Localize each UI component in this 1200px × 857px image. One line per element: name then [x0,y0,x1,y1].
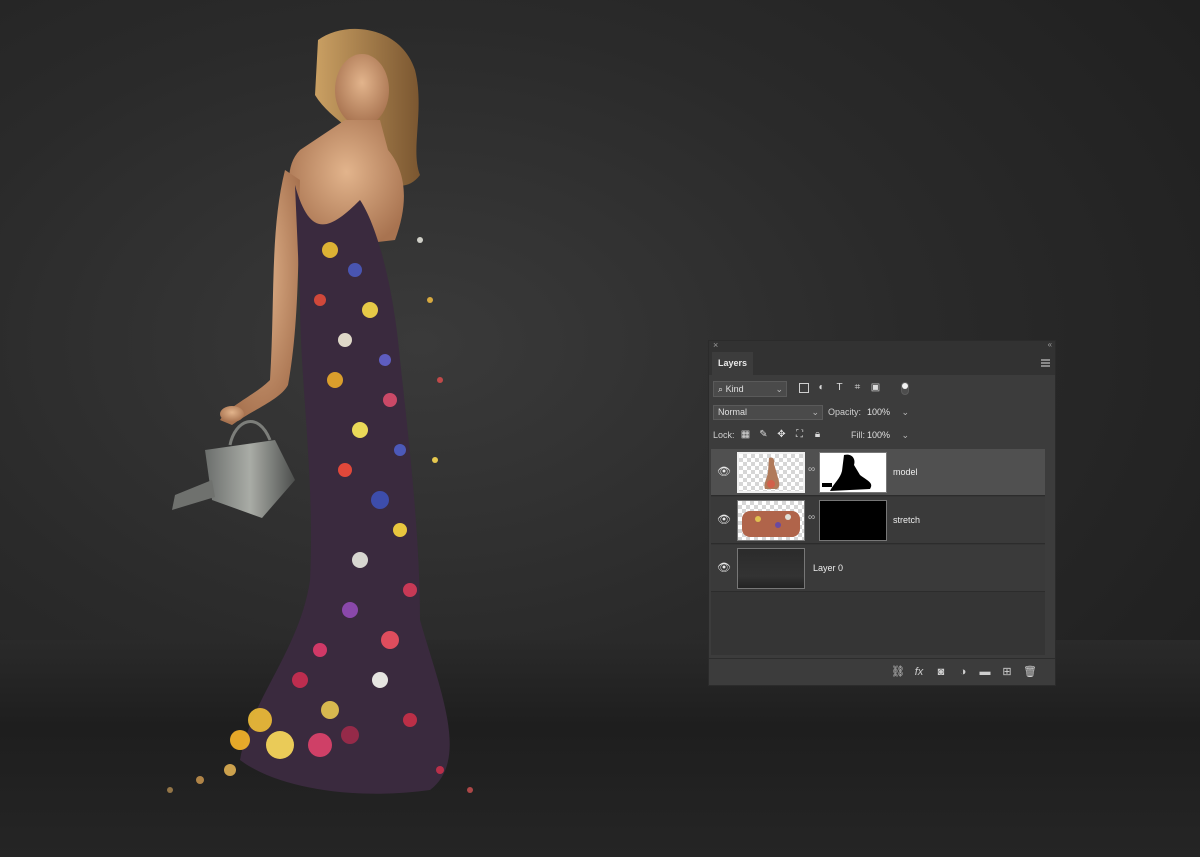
filter-toggle[interactable] [901,382,909,395]
layer-row-model[interactable]: 👁︎ ∞ model [711,449,1045,496]
layer-mask-thumbnail[interactable] [819,500,887,541]
lock-image-icon[interactable]: ✎ [758,429,769,441]
eye-icon[interactable]: 👁︎ [717,465,731,478]
filter-row: ⌕ Kind ⌄ ◐ T ⌗ ▣ [713,381,1051,399]
adjustment-layer-icon[interactable]: ◑ [957,665,969,679]
fill-value: 100% [867,430,891,440]
link-layers-icon[interactable]: ⛓︎ [891,665,905,679]
blend-row: Normal ⌄ Opacity: 100% ⌄ [713,405,1051,421]
shape-filter-icon[interactable]: ⌗ [852,382,863,394]
watering-can [172,420,295,518]
pixel-filter-icon[interactable] [799,383,809,393]
lock-label: Lock: [713,430,735,440]
tab-layers[interactable]: Layers [712,352,754,375]
model-arm [220,170,300,425]
filter-kind-label: Kind [725,384,744,394]
trash-icon[interactable]: 🗑︎ [1023,665,1037,679]
group-folder-icon[interactable]: ▬ [979,665,991,679]
layer-row-layer-0[interactable]: 👁︎ Layer 0 [711,545,1045,592]
blend-mode-value: Normal [718,407,748,417]
close-icon[interactable]: × [713,340,718,350]
lock-position-icon[interactable]: ✥ [776,429,787,441]
new-layer-icon[interactable]: ⊞ [1001,665,1013,679]
layers-panel: × ‹‹ Layers ⌕ Kind ⌄ ◐ T ⌗ ▣ Normal ⌄ Op… [708,340,1056,686]
panel-tab-bar: Layers [709,352,1055,375]
lock-row: Lock: ▦ ✎ ✥ ⛶ 🔒︎ Fill: 100% ⌄ [713,428,1051,444]
lock-transparent-icon[interactable]: ▦ [740,429,751,441]
canvas-artwork [167,28,473,794]
lock-all-icon[interactable]: 🔒︎ [812,429,823,441]
collapse-icon[interactable]: ‹‹ [1048,340,1052,349]
add-mask-icon[interactable]: ◙ [935,665,947,679]
chevron-down-icon: ⌄ [811,407,819,417]
layer-thumbnail[interactable] [737,548,805,589]
panel-footer: ⛓︎ fx ◙ ◑ ▬ ⊞ 🗑︎ [709,658,1055,685]
fx-icon[interactable]: fx [913,665,925,679]
layer-name[interactable]: stretch [893,515,920,525]
opacity-input[interactable]: 100% ⌄ [867,405,909,420]
link-icon[interactable]: ∞ [808,512,815,523]
filter-kind-select[interactable]: ⌕ Kind ⌄ [713,381,787,397]
fill-input[interactable]: 100% ⌄ [867,428,909,443]
layer-thumbnail[interactable] [737,452,805,493]
eye-icon[interactable]: 👁︎ [717,561,731,574]
eye-icon[interactable]: 👁︎ [717,513,731,526]
search-icon: ⌕ [718,384,724,394]
opacity-label: Opacity: [828,407,862,417]
layers-list: 👁︎ ∞ model 👁︎ ∞ stretch 👁︎ Layer 0 [711,449,1045,655]
link-icon[interactable]: ∞ [808,464,815,475]
lock-artboard-icon[interactable]: ⛶ [794,429,805,441]
model-face [335,54,389,126]
layer-mask-thumbnail[interactable] [819,452,887,493]
layer-name[interactable]: Layer 0 [813,563,843,573]
layer-name[interactable]: model [893,467,918,477]
panel-menu-icon[interactable] [1041,359,1050,367]
fill-label: Fill: [851,430,865,440]
chevron-down-icon[interactable]: ⌄ [901,405,909,420]
chevron-down-icon[interactable]: ⌄ [901,428,909,443]
adjustment-filter-icon[interactable]: ◐ [816,382,827,394]
panel-title-bar[interactable]: × ‹‹ [709,340,1055,352]
layer-thumbnail[interactable] [737,500,805,541]
layer-row-stretch[interactable]: 👁︎ ∞ stretch [711,497,1045,544]
smart-object-filter-icon[interactable]: ▣ [870,382,881,394]
opacity-value: 100% [867,407,891,417]
type-filter-icon[interactable]: T [834,382,845,394]
chevron-down-icon: ⌄ [775,384,783,394]
blend-mode-select[interactable]: Normal ⌄ [713,405,823,420]
